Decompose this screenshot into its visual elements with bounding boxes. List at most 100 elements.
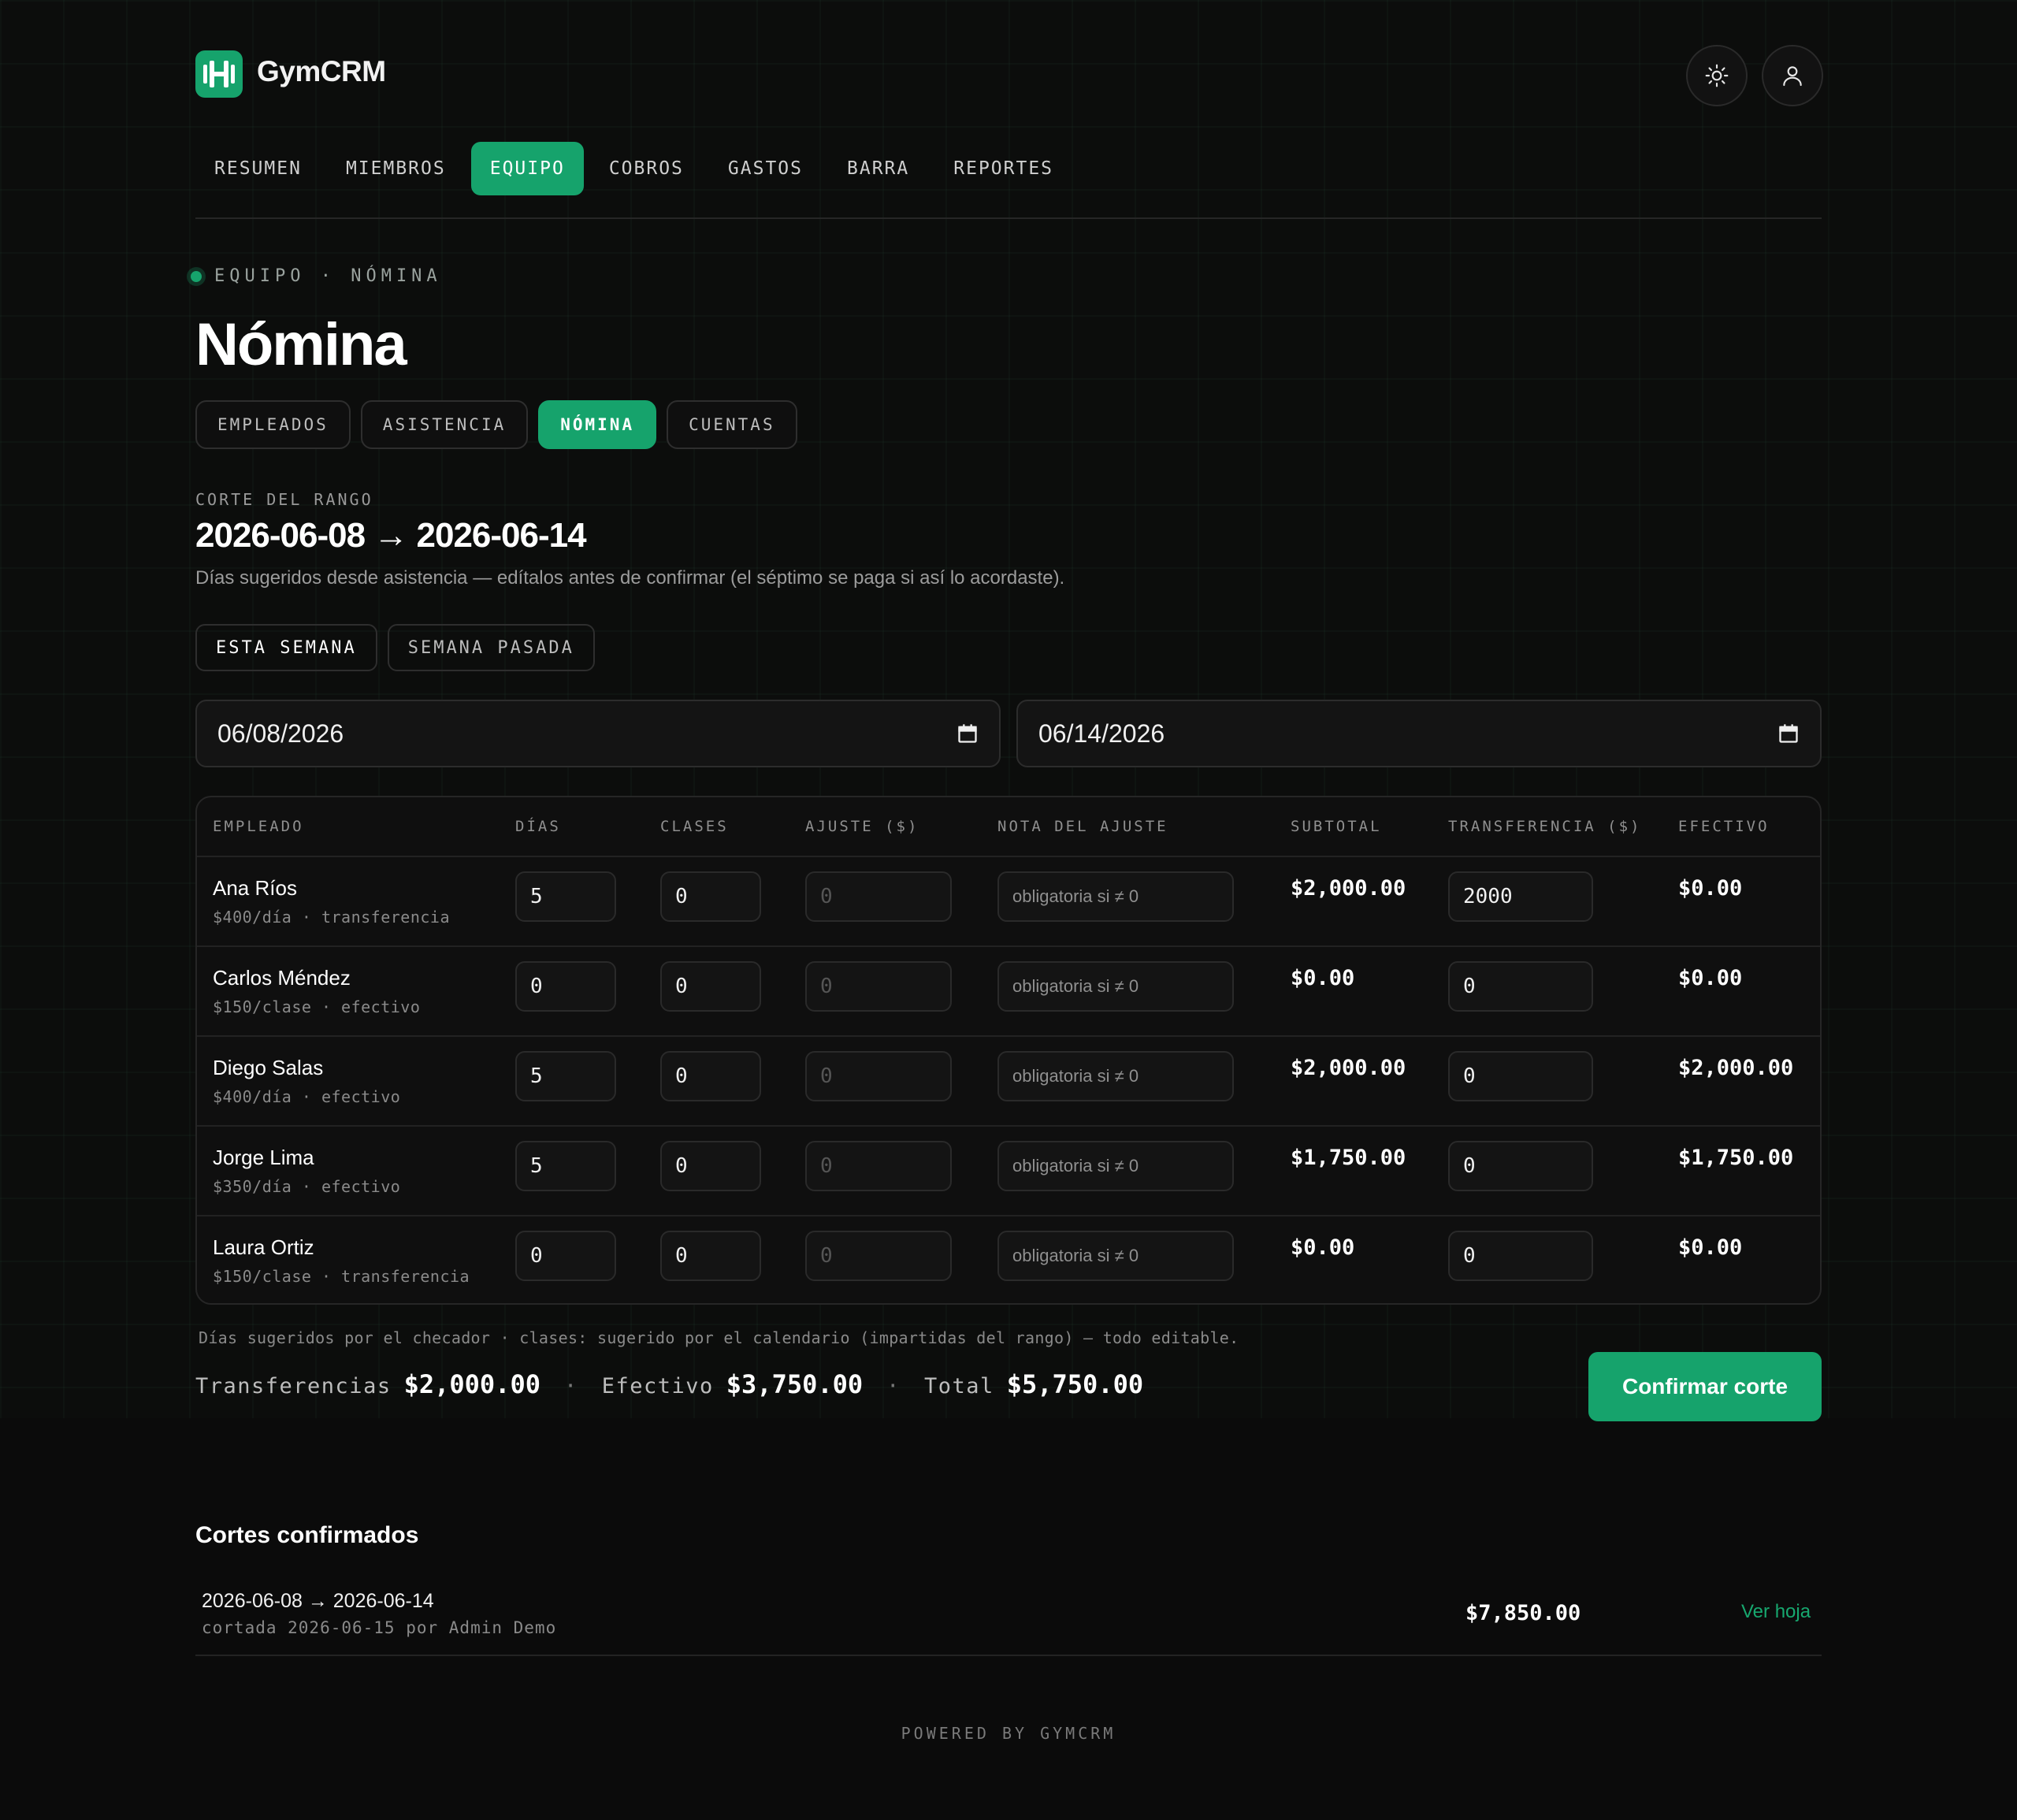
clases-input[interactable]: 0 (660, 871, 761, 922)
separator: · (886, 1374, 901, 1398)
th-efectivo: EFECTIVO (1678, 818, 1770, 835)
transferencia-input[interactable]: 0 (1448, 1141, 1593, 1191)
confirm-cut-button[interactable]: Confirmar corte (1588, 1352, 1822, 1421)
nota-input[interactable]: obligatoria si ≠ 0 (997, 1141, 1234, 1191)
efectivo-value: $0.00 (1678, 1235, 1743, 1260)
nav-miembros[interactable]: MIEMBROS (327, 142, 465, 195)
cut-meta: cortada 2026-06-15 por Admin Demo (202, 1618, 557, 1637)
this-week-button[interactable]: ESTA SEMANA (195, 624, 377, 671)
table-header: EMPLEADO DÍAS CLASES AJUSTE ($) NOTA DEL… (197, 797, 1820, 856)
tab-cuentas[interactable]: CUENTAS (667, 400, 797, 449)
employee-name: Jorge Lima (213, 1146, 314, 1169)
ajuste-input[interactable]: 0 (805, 1051, 952, 1101)
separator: · (563, 1374, 578, 1398)
nav-divider (195, 217, 1822, 219)
cut-divider (195, 1655, 1822, 1656)
theme-toggle-button[interactable] (1686, 45, 1748, 106)
clases-input[interactable]: 0 (660, 1231, 761, 1281)
dias-input[interactable]: 5 (515, 1051, 616, 1101)
subtotal-value: $2,000.00 (1291, 876, 1406, 901)
user-menu-button[interactable] (1762, 45, 1823, 106)
employee-name: Ana Ríos (213, 876, 297, 900)
cash-label: Efectivo (601, 1374, 714, 1398)
employee-name: Diego Salas (213, 1056, 324, 1079)
employee-rate: $400/día · transferencia (213, 908, 450, 927)
transfer-total: $2,000.00 (403, 1369, 540, 1399)
user-icon (1783, 66, 1802, 87)
nav-cobros[interactable]: COBROS (590, 142, 703, 195)
th-ajuste: AJUSTE ($) (805, 818, 919, 835)
subtabs: EMPLEADOS ASISTENCIA NÓMINA CUENTAS (195, 400, 808, 449)
th-dias: DÍAS (515, 818, 561, 835)
nota-input[interactable]: obligatoria si ≠ 0 (997, 961, 1234, 1012)
page: GymCRM RESUMEN MIEMBROS EQUIPO COBROS GA… (191, 0, 1823, 1820)
nav-reportes[interactable]: REPORTES (934, 142, 1072, 195)
transfer-label: Transferencias (195, 1374, 392, 1398)
page-title: Nómina (195, 311, 407, 378)
employee-rate: $150/clase · transferencia (213, 1267, 470, 1286)
ajuste-input[interactable]: 0 (805, 961, 952, 1012)
efectivo-value: $1,750.00 (1678, 1146, 1794, 1170)
tab-empleados[interactable]: EMPLEADOS (195, 400, 351, 449)
breadcrumb: EQUIPO · NÓMINA (191, 266, 442, 286)
transferencia-input[interactable]: 0 (1448, 1051, 1593, 1101)
view-sheet-link[interactable]: Ver hoja (1741, 1601, 1811, 1623)
tab-asistencia[interactable]: ASISTENCIA (360, 400, 529, 449)
efectivo-value: $2,000.00 (1678, 1056, 1794, 1080)
date-from-value: 06/08/2026 (217, 719, 344, 748)
app-name: GymCRM (257, 55, 386, 87)
date-from-input[interactable]: 06/08/2026 (195, 700, 1001, 767)
calendar-icon[interactable] (1777, 722, 1800, 745)
efectivo-value: $0.00 (1678, 876, 1743, 901)
ajuste-input[interactable]: 0 (805, 1141, 952, 1191)
date-to-value: 06/14/2026 (1038, 719, 1165, 748)
subtotal-value: $2,000.00 (1291, 1056, 1406, 1080)
table-footnote: Días sugeridos por el checador · clases:… (199, 1328, 1239, 1347)
nav-equipo[interactable]: EQUIPO (470, 142, 584, 195)
employee-name: Carlos Méndez (213, 966, 351, 990)
clases-input[interactable]: 0 (660, 961, 761, 1012)
clases-input[interactable]: 0 (660, 1051, 761, 1101)
dias-input[interactable]: 0 (515, 1231, 616, 1281)
sun-icon (1705, 64, 1729, 87)
footer-powered-by: POWERED BY GYMCRM (901, 1724, 1116, 1743)
transferencia-input[interactable]: 0 (1448, 961, 1593, 1012)
transferencia-input[interactable]: 0 (1448, 1231, 1593, 1281)
nota-input[interactable]: obligatoria si ≠ 0 (997, 871, 1234, 922)
efectivo-value: $0.00 (1678, 966, 1743, 990)
employee-name: Laura Ortiz (213, 1235, 314, 1259)
dias-input[interactable]: 5 (515, 871, 616, 922)
nav-gastos[interactable]: GASTOS (709, 142, 822, 195)
th-transferencia: TRANSFERENCIA ($) (1448, 818, 1642, 835)
nota-input[interactable]: obligatoria si ≠ 0 (997, 1231, 1234, 1281)
table-row: Ana Ríos $400/día · transferencia 5 0 0 … (197, 856, 1820, 947)
th-nota: NOTA DEL AJUSTE (997, 818, 1168, 835)
table-row: Diego Salas $400/día · efectivo 5 0 0 ob… (197, 1035, 1820, 1127)
main-nav: RESUMEN MIEMBROS EQUIPO COBROS GASTOS BA… (195, 142, 1079, 195)
th-clases: CLASES (660, 818, 729, 835)
date-to-input[interactable]: 06/14/2026 (1016, 700, 1822, 767)
totals-summary: Transferencias $2,000.00 · Efectivo $3,7… (195, 1369, 1143, 1399)
tab-nomina[interactable]: NÓMINA (538, 400, 657, 449)
dias-input[interactable]: 0 (515, 961, 616, 1012)
transferencia-input[interactable]: 2000 (1448, 871, 1593, 922)
ajuste-input[interactable]: 0 (805, 1231, 952, 1281)
subtotal-value: $1,750.00 (1291, 1146, 1406, 1170)
th-subtotal: SUBTOTAL (1291, 818, 1382, 835)
last-week-button[interactable]: SEMANA PASADA (387, 624, 595, 671)
status-dot (191, 270, 202, 282)
calendar-icon[interactable] (956, 722, 979, 745)
dias-input[interactable]: 5 (515, 1141, 616, 1191)
clases-input[interactable]: 0 (660, 1141, 761, 1191)
payroll-table: EMPLEADO DÍAS CLASES AJUSTE ($) NOTA DEL… (195, 796, 1822, 1305)
grand-total: $5,750.00 (1006, 1369, 1144, 1399)
nota-input[interactable]: obligatoria si ≠ 0 (997, 1051, 1234, 1101)
ajuste-input[interactable]: 0 (805, 871, 952, 922)
range-label: CORTE DEL RANGO (195, 490, 373, 509)
nav-resumen[interactable]: RESUMEN (195, 142, 321, 195)
cash-total: $3,750.00 (726, 1369, 864, 1399)
nav-barra[interactable]: BARRA (828, 142, 928, 195)
quick-ranges: ESTA SEMANA SEMANA PASADA (195, 624, 605, 671)
range-title: 2026-06-08 → 2026-06-14 (195, 516, 587, 555)
app-logo[interactable] (195, 50, 243, 98)
